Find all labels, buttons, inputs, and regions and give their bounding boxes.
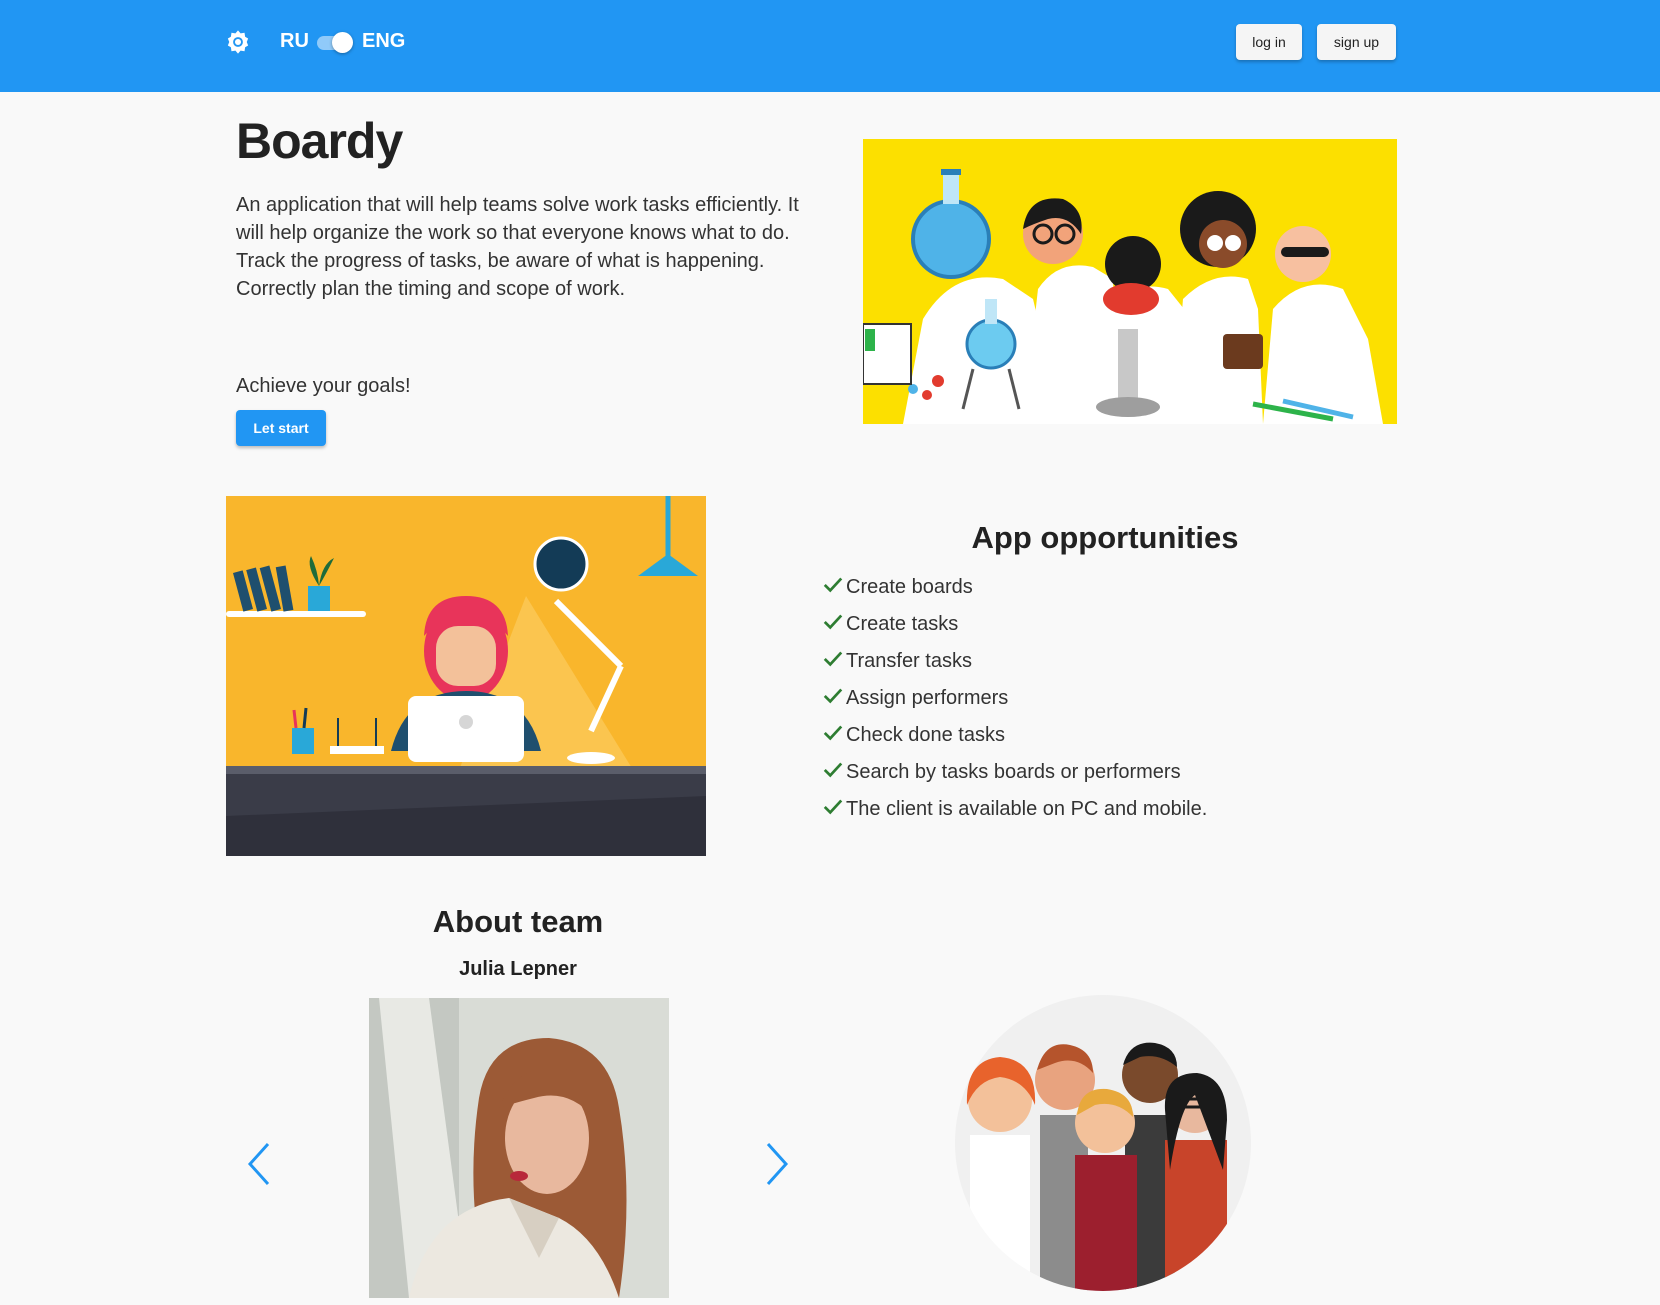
list-item: Create tasks xyxy=(822,613,1207,650)
language-toggle[interactable] xyxy=(315,32,353,53)
opportunity-text: Create boards xyxy=(846,576,973,598)
toggle-thumb xyxy=(332,32,353,53)
opportunities-title: App opportunities xyxy=(971,520,1239,555)
lang-ru-label: RU xyxy=(280,30,309,52)
list-item: Check done tasks xyxy=(822,724,1207,761)
chevron-right-icon[interactable] xyxy=(762,1140,792,1188)
check-icon xyxy=(823,614,843,630)
goals-text: Achieve your goals! xyxy=(236,375,411,397)
list-item: Search by tasks boards or performers xyxy=(822,761,1207,798)
page-title: Boardy xyxy=(236,113,403,169)
list-item: The client is available on PC and mobile… xyxy=(822,798,1207,835)
check-icon xyxy=(823,799,843,815)
opportunity-text: Create tasks xyxy=(846,613,959,635)
team-member-photo xyxy=(369,998,669,1298)
member-name: Julia Lepner xyxy=(459,958,577,980)
chevron-left-icon[interactable] xyxy=(244,1140,274,1188)
check-icon xyxy=(823,688,843,704)
opportunity-text: Search by tasks boards or performers xyxy=(846,761,1181,783)
list-item: Transfer tasks xyxy=(822,650,1207,687)
list-item: Assign performers xyxy=(822,687,1207,724)
opportunity-text: Check done tasks xyxy=(846,724,1005,746)
list-item: Create boards xyxy=(822,576,1207,613)
workspace-illustration xyxy=(226,496,706,856)
app-description: An application that will help teams solv… xyxy=(236,194,799,300)
lang-eng-label: ENG xyxy=(362,30,406,52)
scientists-illustration xyxy=(863,139,1397,424)
signup-button[interactable]: sign up xyxy=(1317,24,1396,60)
login-button[interactable]: log in xyxy=(1236,24,1302,60)
gear-icon[interactable] xyxy=(224,28,252,56)
check-icon xyxy=(823,651,843,667)
opportunities-list: Create boards Create tasks Transfer task… xyxy=(822,576,1207,835)
opportunity-text: Transfer tasks xyxy=(846,650,972,672)
check-icon xyxy=(823,762,843,778)
app-bar: RU ENG log in sign up xyxy=(0,0,1660,92)
team-illustration xyxy=(955,995,1251,1291)
check-icon xyxy=(823,577,843,593)
about-team-title: About team xyxy=(432,904,604,939)
opportunity-text: The client is available on PC and mobile… xyxy=(846,798,1208,820)
opportunity-text: Assign performers xyxy=(846,687,1009,709)
start-button[interactable]: Let start xyxy=(236,410,326,446)
check-icon xyxy=(823,725,843,741)
